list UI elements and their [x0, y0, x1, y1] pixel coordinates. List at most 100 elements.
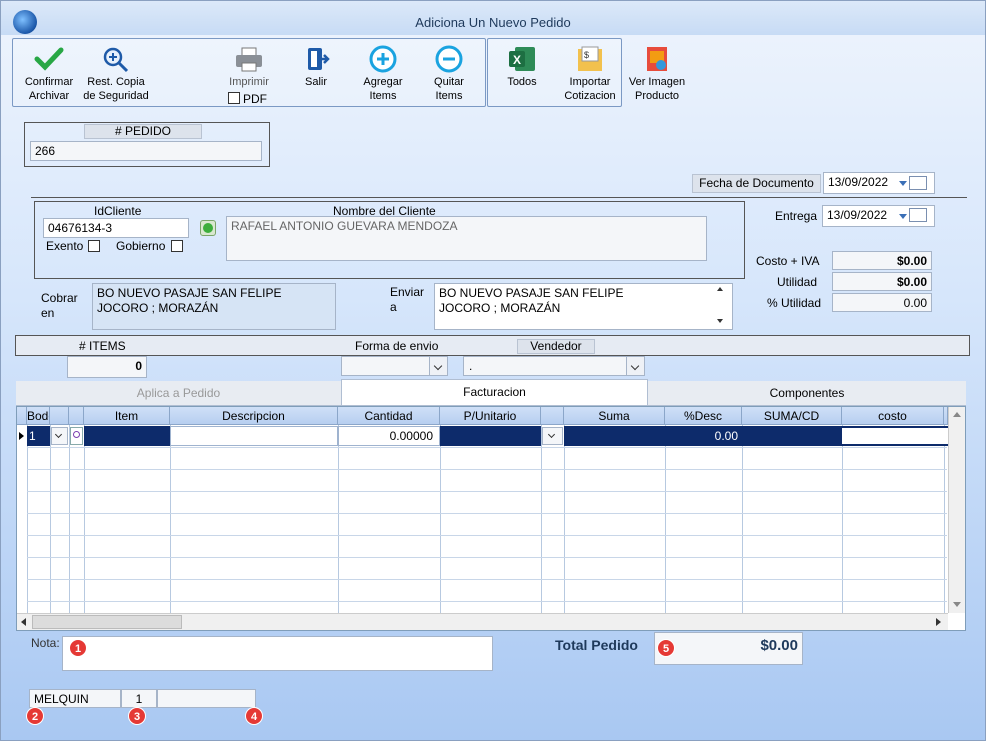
chevron-down-icon [626, 357, 644, 375]
horizontal-scrollbar[interactable] [17, 613, 948, 630]
status-user: MELQUIN [29, 689, 121, 708]
scroll-right-icon[interactable] [936, 618, 941, 626]
print-label: Imprimir [229, 76, 269, 88]
document-date-value: 13/09/2022 [828, 175, 889, 189]
client-name-field[interactable]: RAFAEL ANTONIO GUEVARA MENDOZA [226, 216, 707, 261]
quantity-cell[interactable]: 0.00000 [338, 426, 440, 446]
cost-cell[interactable] [842, 426, 948, 446]
col-price-select[interactable] [541, 407, 564, 425]
delivery-calendar-icon[interactable] [909, 208, 927, 222]
info-bar [15, 335, 970, 356]
col-bodega[interactable]: Bodega [27, 407, 50, 425]
col-item[interactable]: Item [84, 407, 170, 425]
annotation-marker-3: 3 [128, 707, 146, 725]
sum-cd-cell[interactable] [742, 426, 842, 446]
client-id-field[interactable]: 04676134-3 [43, 218, 189, 238]
chevron-down-icon [429, 357, 447, 375]
gobierno-checkbox[interactable] [171, 240, 183, 252]
product-image-icon [647, 47, 667, 71]
remove-items-label: Items [435, 90, 463, 102]
col-punitario[interactable]: P/Unitario [440, 407, 541, 425]
description-cell[interactable] [170, 426, 338, 446]
exento-label: Exento [46, 239, 84, 253]
col-lookup[interactable] [69, 407, 84, 425]
delivery-dropdown-icon[interactable] [899, 214, 907, 219]
add-items-label: Items [369, 90, 397, 102]
calendar-icon[interactable] [909, 176, 927, 190]
date-dropdown-icon[interactable] [899, 181, 907, 186]
items-grid[interactable]: Bodega Item Descripcion Cantidad P/Unita… [16, 406, 966, 631]
app-logo-icon [13, 10, 37, 34]
discount-cell[interactable]: 0.00 [665, 426, 742, 446]
ship-to-address[interactable]: BO NUEVO PASAJE SAN FELIPE JOCORO ; MORAZ… [434, 283, 733, 330]
scroll-thumb[interactable] [32, 615, 182, 629]
plus-circle-icon [369, 45, 397, 73]
col-line [170, 425, 171, 615]
row-line [27, 579, 947, 580]
status-number: 1 [121, 689, 157, 708]
restore-label: Rest. Copia [87, 76, 145, 88]
col-costo[interactable]: costo [842, 407, 944, 425]
restore-backup-button[interactable]: Rest. Copia de Seguridad [76, 45, 156, 103]
bodega-dropdown[interactable] [51, 427, 68, 445]
excel-icon: X [509, 47, 535, 71]
ship-to-line1: BO NUEVO PASAJE SAN FELIPE [439, 286, 624, 300]
scroll-down-icon[interactable] [717, 319, 723, 323]
tab-facturacion[interactable]: Facturacion [341, 379, 648, 405]
seller-select[interactable]: . [463, 356, 645, 376]
utility-value: $0.00 [832, 272, 932, 291]
tab-aplica-pedido[interactable]: Aplica a Pedido [16, 381, 341, 405]
item-cell[interactable] [84, 426, 170, 446]
row-pointer-icon [19, 432, 24, 440]
import-quote-icon: $ [578, 46, 602, 71]
vertical-scrollbar[interactable] [948, 407, 965, 613]
scroll-up-icon[interactable] [953, 412, 961, 417]
view-image-button[interactable]: Ver Imagen Producto [617, 45, 697, 103]
col-line [27, 425, 28, 615]
unit-price-cell[interactable] [440, 426, 541, 446]
col-line [944, 425, 945, 615]
tab-componentes[interactable]: Componentes [648, 381, 966, 405]
pedido-number-field[interactable]: 266 [30, 141, 262, 161]
add-label: Agregar [363, 76, 403, 88]
col-cantidad[interactable]: Cantidad [338, 407, 440, 425]
scroll-down-icon[interactable] [953, 602, 961, 607]
price-dropdown[interactable] [542, 427, 563, 445]
pdf-checkbox[interactable] [228, 92, 240, 104]
row-line [27, 535, 947, 536]
row-line [27, 491, 947, 492]
bill-to-label-line1: Cobrar [41, 291, 78, 305]
scroll-up-icon[interactable] [717, 287, 723, 291]
bodega-cell[interactable]: 1 [27, 426, 50, 446]
note-field[interactable] [62, 636, 493, 671]
scroll-left-icon[interactable] [21, 618, 26, 626]
utility-label: Utilidad [777, 275, 818, 289]
all-label: Todos [507, 76, 537, 88]
bill-to-address[interactable]: BO NUEVO PASAJE SAN FELIPE JOCORO ; MORAZ… [92, 283, 336, 330]
row-line [27, 469, 947, 470]
sum-cell[interactable] [564, 426, 665, 446]
col-bodega-select[interactable] [50, 407, 69, 425]
col-suma-cd[interactable]: SUMA/CD [742, 407, 842, 425]
col-desc[interactable]: %Desc [665, 407, 742, 425]
col-suma[interactable]: Suma [564, 407, 665, 425]
annotation-marker-4: 4 [245, 707, 263, 725]
pdf-label: PDF [243, 92, 267, 106]
checkmark-icon [34, 47, 64, 71]
shipping-method-label: Forma de envio [355, 339, 439, 353]
remove-items-button[interactable]: Quitar Items [409, 45, 489, 103]
col-line [541, 425, 542, 615]
shipping-method-select[interactable] [341, 356, 448, 376]
total-value: $0.00 [654, 632, 803, 665]
ship-to-label-line2: a [390, 300, 397, 314]
items-count-label: # ITEMS [79, 339, 126, 353]
validate-client-icon[interactable] [200, 220, 216, 236]
item-lookup-icon[interactable] [70, 427, 83, 445]
svg-text:X: X [513, 53, 521, 67]
annotation-marker-1: 1 [69, 639, 87, 657]
col-line [665, 425, 666, 615]
exit-label: Salir [304, 76, 327, 88]
col-descripcion[interactable]: Descripcion [170, 407, 338, 425]
cost-iva-value: $0.00 [832, 251, 932, 270]
exento-checkbox[interactable] [88, 240, 100, 252]
